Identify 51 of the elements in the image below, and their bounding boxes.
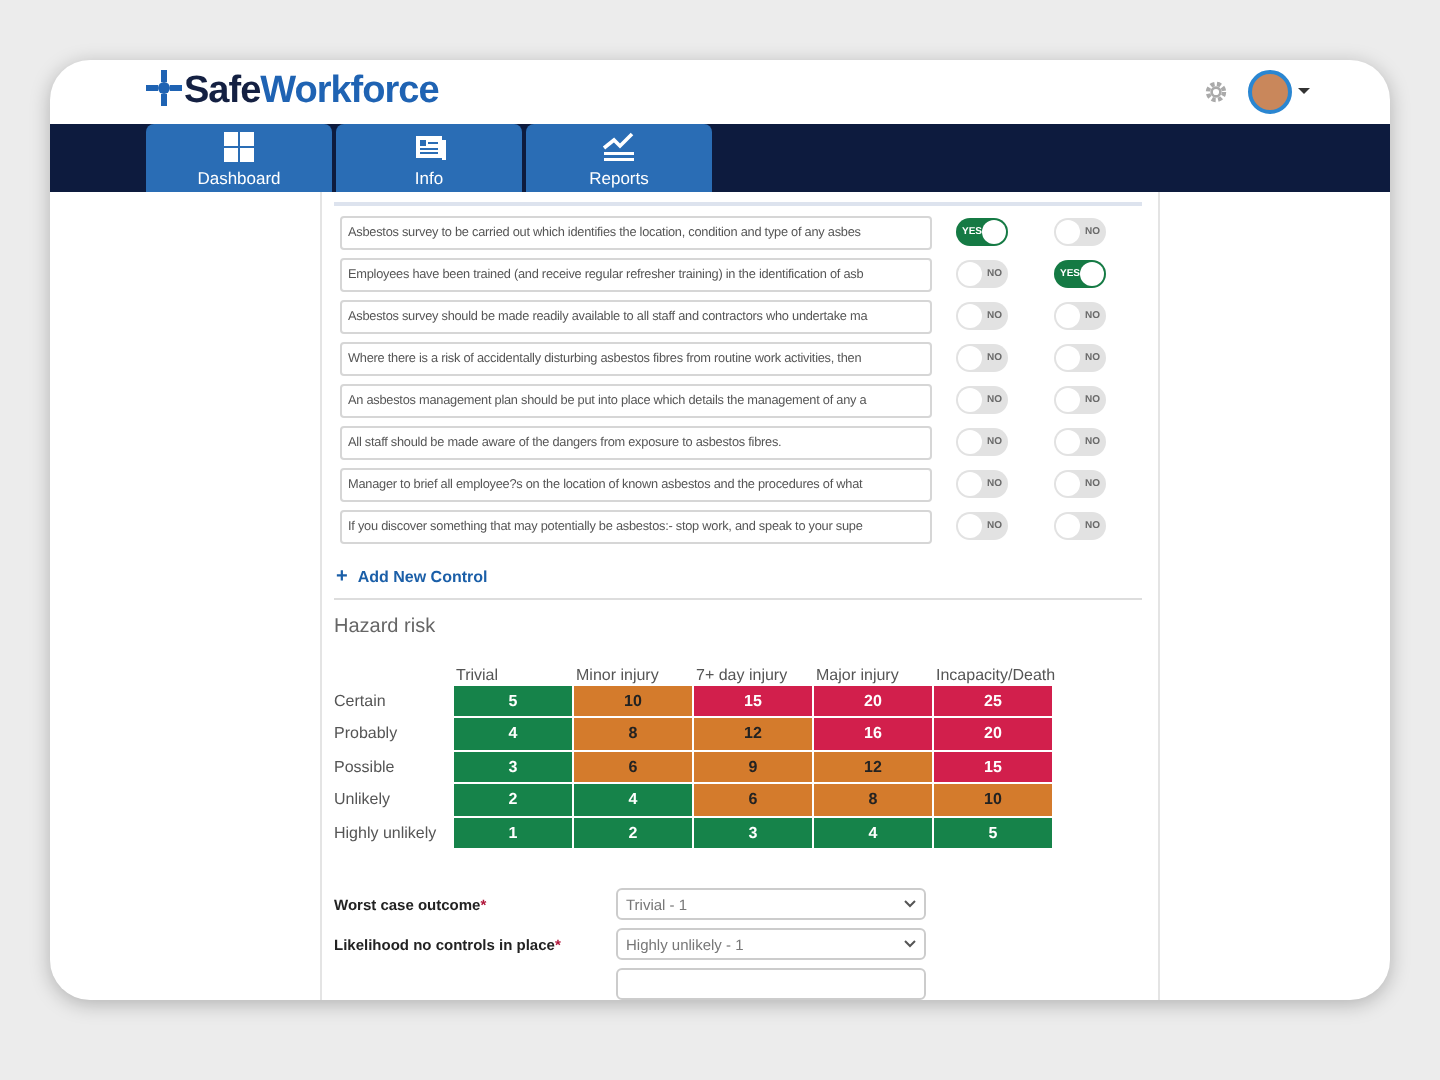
chevron-down-icon <box>904 940 916 948</box>
risk-cell: 20 <box>814 685 932 716</box>
chevron-down-icon <box>904 900 916 908</box>
risk-cell: 6 <box>694 784 812 815</box>
risk-cell: 4 <box>574 784 692 815</box>
risk-cell: 8 <box>814 784 932 815</box>
add-control-link[interactable]: + Add New Control <box>336 565 488 587</box>
risk-cell: 12 <box>814 751 932 782</box>
nav-tab[interactable]: Dashboard <box>146 123 332 191</box>
select-field[interactable] <box>616 968 926 1000</box>
risk-cell: 15 <box>694 685 812 716</box>
row-header: Highly unlikely <box>334 821 439 846</box>
column-header: Major injury <box>814 665 901 683</box>
risk-cell: 25 <box>934 685 1052 716</box>
id-card-icon <box>413 133 445 161</box>
row-header: Unlikely <box>334 788 393 813</box>
column-header: 7+ day injury <box>694 665 790 683</box>
risk-cell: 9 <box>694 751 812 782</box>
risk-cell: 3 <box>694 817 812 848</box>
risk-cell: 10 <box>574 685 692 716</box>
logo-text-accent: Workforce <box>260 69 439 114</box>
section-title: Hazard risk <box>334 615 436 637</box>
risk-cell: 4 <box>814 817 932 848</box>
row-header: Certain <box>334 689 388 714</box>
risk-cell: 10 <box>934 784 1052 815</box>
settings-icon[interactable] <box>1204 79 1228 104</box>
caret-icon[interactable] <box>1298 87 1310 96</box>
risk-cell: 15 <box>934 751 1052 782</box>
risk-cell: 1 <box>454 817 572 848</box>
grid-icon <box>224 131 254 161</box>
column-header: Incapacity/Death <box>934 665 1052 683</box>
nav-tab[interactable]: Reports <box>526 123 712 191</box>
risk-cell: 3 <box>454 751 572 782</box>
risk-cell: 20 <box>934 718 1052 749</box>
risk-cell: 2 <box>574 817 692 848</box>
risk-cell: 2 <box>454 784 572 815</box>
row-header: Possible <box>334 755 397 780</box>
avatar[interactable] <box>1248 69 1292 114</box>
logo-text: Safe <box>184 69 261 114</box>
row-header: Probably <box>334 722 400 747</box>
line-chart-icon <box>602 131 636 161</box>
risk-cell: 8 <box>574 718 692 749</box>
risk-cell: 5 <box>934 817 1052 848</box>
risk-cell: 12 <box>694 718 812 749</box>
column-header: Trivial <box>454 665 501 683</box>
risk-cell: 4 <box>454 718 572 749</box>
risk-cell: 16 <box>814 718 932 749</box>
nav-tab[interactable]: Info <box>336 123 522 191</box>
risk-cell: 6 <box>574 751 692 782</box>
risk-cell: 5 <box>454 685 572 716</box>
column-header: Minor injury <box>574 665 661 683</box>
